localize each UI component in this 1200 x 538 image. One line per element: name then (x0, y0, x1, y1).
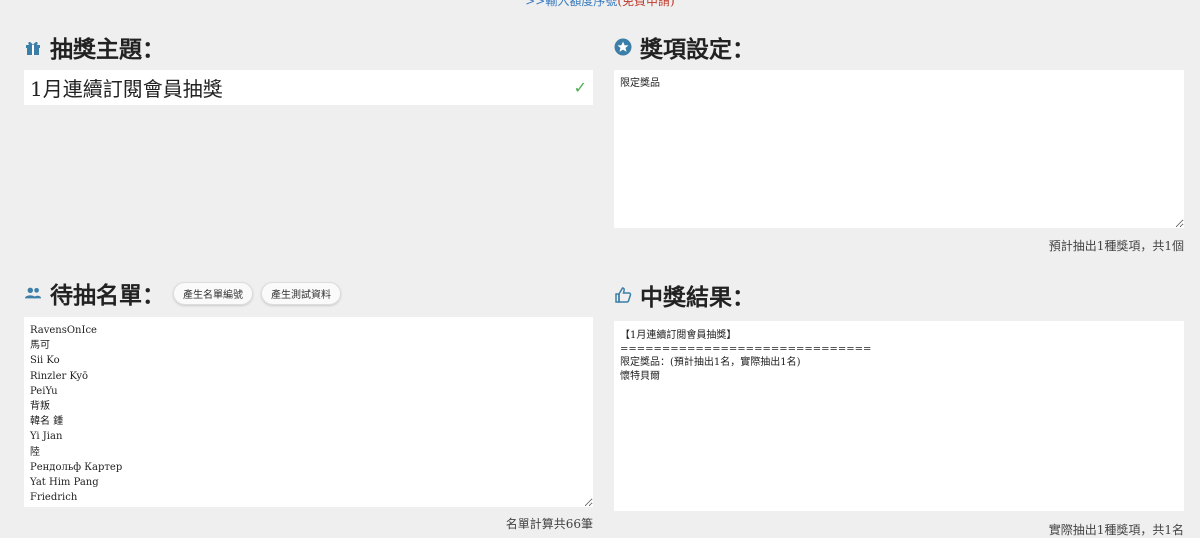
prizes-section: 獎項設定： 限定獎品 預計抽出1種獎項，共1個 (614, 30, 1184, 254)
theme-heading: 抽獎主題： (24, 30, 593, 64)
candidates-heading: 待抽名單： 產生名單編號 產生測試資料 (24, 276, 593, 310)
gift-icon (24, 38, 42, 56)
prizes-textarea[interactable]: 限定獎品 (614, 70, 1184, 228)
results-section: 中獎結果： 【1月連續訂閱會員抽獎】 =====================… (614, 278, 1184, 538)
candidates-textarea[interactable]: RavensOnIce 馬可 Sii Ko Rinzler Kyō PeiYu … (24, 317, 593, 507)
candidates-summary: 名單計算共66筆 (505, 517, 593, 531)
results-summary: 實際抽出1種獎項，共1名 (1048, 523, 1184, 537)
generate-ids-button[interactable]: 產生名單編號 (173, 281, 253, 305)
prizes-summary: 預計抽出1種獎項，共1個 (1048, 239, 1184, 253)
apply-link[interactable]: (免費申請) (617, 0, 674, 8)
theme-heading-text: 抽獎主題： (50, 36, 165, 63)
generate-test-data-button[interactable]: 產生測試資料 (261, 281, 341, 305)
top-link[interactable]: >>輸入額度序號(免費申請) (0, 0, 1200, 8)
prizes-heading: 獎項設定： (614, 30, 1184, 64)
thumbs-up-icon (614, 286, 632, 304)
candidates-heading-text: 待抽名單： (50, 282, 165, 309)
results-heading-text: 中獎結果： (640, 284, 755, 311)
serial-link[interactable]: >>輸入額度序號 (525, 0, 617, 8)
results-box: 【1月連續訂閱會員抽獎】 ===========================… (614, 321, 1184, 511)
candidates-section: 待抽名單： 產生名單編號 產生測試資料 RavensOnIce 馬可 Sii K… (24, 276, 593, 532)
results-heading: 中獎結果： (614, 278, 1184, 312)
prizes-heading-text: 獎項設定： (640, 36, 755, 63)
users-icon (24, 284, 42, 302)
star-icon (614, 38, 632, 56)
check-icon: ✓ (573, 78, 587, 97)
theme-input[interactable]: 1月連續訂閱會員抽獎 ✓ (24, 70, 593, 105)
theme-value: 1月連續訂閱會員抽獎 (30, 77, 223, 101)
theme-section: 抽獎主題： 1月連續訂閱會員抽獎 ✓ (24, 30, 593, 105)
